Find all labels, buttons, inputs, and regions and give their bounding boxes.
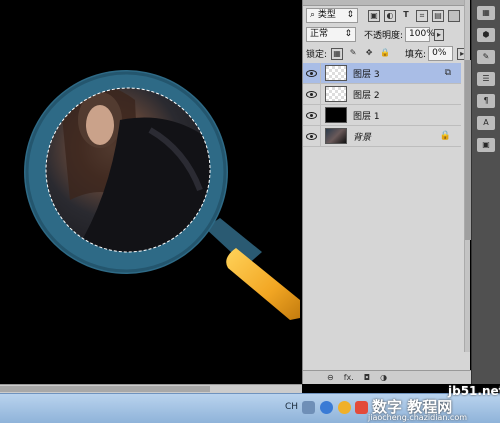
network-icon[interactable] bbox=[320, 401, 333, 414]
lock-move-icon[interactable]: ✥ bbox=[363, 48, 375, 60]
layer-row-2[interactable]: 图层 2 bbox=[303, 83, 461, 105]
search-icon: ⌕ bbox=[310, 10, 316, 20]
lock-transparent-icon[interactable]: ▦ bbox=[331, 47, 344, 60]
layer-thumbnail bbox=[325, 65, 347, 81]
keyboard-icon[interactable] bbox=[302, 401, 315, 414]
layer-name: 背景 bbox=[353, 132, 372, 143]
layers-panel: ⌕ 类型 ⇕ ▣ ◐ T ⌗ ▤ 正常 ⇕ 不透明度: 100% ▸ 锁定: ▦… bbox=[302, 0, 471, 384]
layer-row-background[interactable]: 背景 🔒 bbox=[303, 125, 461, 147]
add-mask-icon[interactable]: ◘ bbox=[364, 373, 370, 382]
lock-icon: 🔒 bbox=[439, 131, 451, 141]
visibility-eye-icon[interactable] bbox=[303, 62, 321, 84]
watermark-site: jb51.net bbox=[448, 384, 500, 398]
3d-cube-icon[interactable]: ⬢ bbox=[477, 28, 495, 42]
visibility-eye-icon[interactable] bbox=[303, 83, 321, 105]
layer-thumbnail bbox=[325, 128, 347, 144]
chevron-down-icon: ⇕ bbox=[346, 10, 354, 20]
opacity-input[interactable]: 100% bbox=[405, 27, 435, 42]
adjustment-filter-icon[interactable]: ◐ bbox=[384, 9, 396, 22]
visibility-eye-icon[interactable] bbox=[303, 104, 321, 126]
watermark-url: jiaocheng.chazidian.com bbox=[368, 413, 468, 422]
side-tool-strip: ▦ ⬢ ✎ ☰ ¶ A ▣ bbox=[471, 0, 500, 384]
history-icon[interactable]: ▦ bbox=[477, 6, 495, 20]
swatches-icon[interactable]: ▣ bbox=[477, 138, 495, 152]
filter-toggle-icon[interactable] bbox=[448, 9, 460, 22]
brush-icon[interactable]: ✎ bbox=[477, 50, 495, 64]
layer-style-button[interactable]: fx. bbox=[344, 373, 354, 382]
fill-input[interactable]: 0% bbox=[428, 46, 454, 61]
text-paragraph-icon[interactable]: ¶ bbox=[477, 94, 495, 108]
magnifier-handle bbox=[205, 218, 300, 320]
panel-tabs bbox=[303, 0, 470, 6]
security-icon[interactable] bbox=[355, 401, 368, 414]
blend-row: 正常 ⇕ 不透明度: 100% ▸ bbox=[303, 27, 471, 42]
layer-row-1[interactable]: 图层 1 bbox=[303, 104, 461, 126]
layers-panel-footer: ⊖ fx. ◘ ◑ bbox=[303, 370, 471, 384]
character-icon[interactable]: A bbox=[477, 116, 495, 130]
photoshop-window: ⌕ 类型 ⇕ ▣ ◐ T ⌗ ▤ 正常 ⇕ 不透明度: 100% ▸ 锁定: ▦… bbox=[0, 0, 500, 423]
lock-paint-icon[interactable]: ✎ bbox=[347, 48, 359, 60]
pixel-filter-icon[interactable]: ▣ bbox=[368, 9, 380, 22]
layer-name: 图层 3 bbox=[353, 69, 380, 80]
canvas-horizontal-scrollbar[interactable] bbox=[0, 384, 302, 393]
chevron-down-icon: ⇕ bbox=[344, 29, 352, 39]
layer-thumbnail bbox=[325, 107, 347, 123]
layer-name: 图层 1 bbox=[353, 111, 380, 122]
smart-object-filter-icon[interactable]: ▤ bbox=[432, 9, 444, 22]
panel-scrollbar[interactable] bbox=[464, 0, 471, 352]
new-adjustment-icon[interactable]: ◑ bbox=[380, 373, 387, 382]
visibility-eye-icon[interactable] bbox=[303, 125, 321, 147]
opacity-dropdown-icon[interactable]: ▸ bbox=[434, 28, 445, 41]
ime-indicator[interactable]: CH bbox=[285, 402, 298, 412]
opacity-label: 不透明度: bbox=[364, 31, 404, 41]
layer-row-3[interactable]: 图层 3 ⧉ bbox=[303, 62, 461, 84]
link-layers-icon[interactable]: ⊖ bbox=[327, 373, 334, 382]
lock-label: 锁定: bbox=[306, 50, 328, 60]
layer-filter-select[interactable]: ⌕ 类型 ⇕ bbox=[306, 8, 358, 23]
shape-filter-icon[interactable]: ⌗ bbox=[416, 9, 428, 22]
layer-filter-row: ⌕ 类型 ⇕ ▣ ◐ T ⌗ ▤ bbox=[303, 8, 471, 23]
fill-label: 填充: bbox=[405, 50, 427, 60]
layer-thumbnail bbox=[325, 86, 347, 102]
horizontal-scroll-thumb[interactable] bbox=[0, 386, 210, 392]
lock-row: 锁定: ▦ ✎ ✥ 🔒 填充: 0% ▸ bbox=[303, 46, 471, 61]
lock-all-icon[interactable]: 🔒 bbox=[379, 48, 391, 60]
adjust-icon[interactable]: ☰ bbox=[477, 72, 495, 86]
blend-mode-select[interactable]: 正常 ⇕ bbox=[306, 27, 356, 42]
layer-name: 图层 2 bbox=[353, 90, 380, 101]
linked-smart-icon: ⧉ bbox=[444, 68, 451, 78]
qq-icon[interactable] bbox=[338, 401, 351, 414]
type-filter-icon[interactable]: T bbox=[400, 10, 412, 22]
